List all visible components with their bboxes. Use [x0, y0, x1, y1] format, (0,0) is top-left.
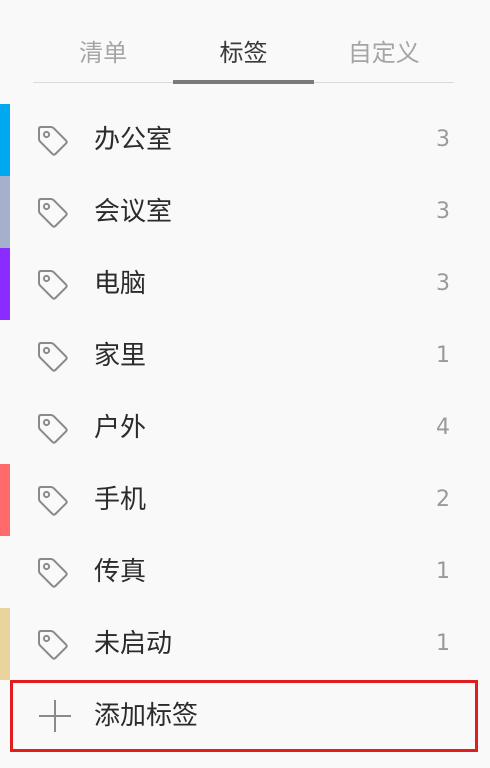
tag-name: 传真	[94, 557, 147, 587]
add-tag-label: 添加标签	[94, 701, 199, 731]
tag-count: 1	[436, 631, 450, 656]
tag-color-bar	[0, 536, 10, 608]
tag-list-item[interactable]: 传真 1	[0, 536, 490, 608]
tag-color-bar	[0, 176, 10, 248]
tag-icon	[38, 414, 68, 444]
tag-panel: 清单 标签 自定义 办公室 3 会议室 3 电脑 3 家里 1 户外 4 手机 …	[0, 0, 490, 768]
tag-icon	[38, 198, 68, 228]
tag-list-item[interactable]: 户外 4	[0, 392, 490, 464]
tag-icon	[38, 126, 68, 156]
tag-list-item[interactable]: 会议室 3	[0, 176, 490, 248]
tag-list-item[interactable]: 手机 2	[0, 464, 490, 536]
tag-count: 3	[436, 127, 450, 152]
tag-icon	[38, 270, 68, 300]
tab-tags[interactable]: 标签	[173, 28, 314, 84]
add-tag-button[interactable]: 添加标签	[10, 680, 478, 752]
tag-count: 2	[436, 487, 450, 512]
tag-name: 家里	[94, 341, 147, 371]
tag-count: 1	[436, 559, 450, 584]
tag-name: 手机	[94, 485, 147, 515]
tag-icon	[38, 486, 68, 516]
tab-lists[interactable]: 清单	[33, 28, 173, 82]
tag-color-bar	[0, 248, 10, 320]
tag-icon	[38, 558, 68, 588]
tag-name: 户外	[94, 413, 147, 443]
tag-name: 办公室	[94, 125, 173, 155]
tag-icon	[38, 630, 68, 660]
tag-color-bar	[0, 464, 10, 536]
tag-color-bar	[0, 392, 10, 464]
tag-count: 4	[436, 415, 450, 440]
tag-name: 电脑	[94, 269, 147, 299]
tag-list-item[interactable]: 电脑 3	[0, 248, 490, 320]
tag-list: 办公室 3 会议室 3 电脑 3 家里 1 户外 4 手机 2 传真 1 未启动…	[0, 104, 490, 680]
tag-icon	[38, 342, 68, 372]
tab-bar: 清单 标签 自定义	[33, 28, 454, 84]
tab-custom[interactable]: 自定义	[314, 28, 454, 82]
tag-list-item[interactable]: 未启动 1	[0, 608, 490, 680]
tag-color-bar	[0, 320, 10, 392]
tag-count: 3	[436, 271, 450, 296]
tag-color-bar	[0, 104, 10, 176]
tag-count: 1	[436, 343, 450, 368]
tag-name: 会议室	[94, 197, 173, 227]
tag-list-item[interactable]: 家里 1	[0, 320, 490, 392]
tag-count: 3	[436, 199, 450, 224]
tag-color-bar	[0, 608, 10, 680]
tag-name: 未启动	[94, 629, 173, 659]
plus-icon	[39, 700, 71, 732]
tag-list-item[interactable]: 办公室 3	[0, 104, 490, 176]
